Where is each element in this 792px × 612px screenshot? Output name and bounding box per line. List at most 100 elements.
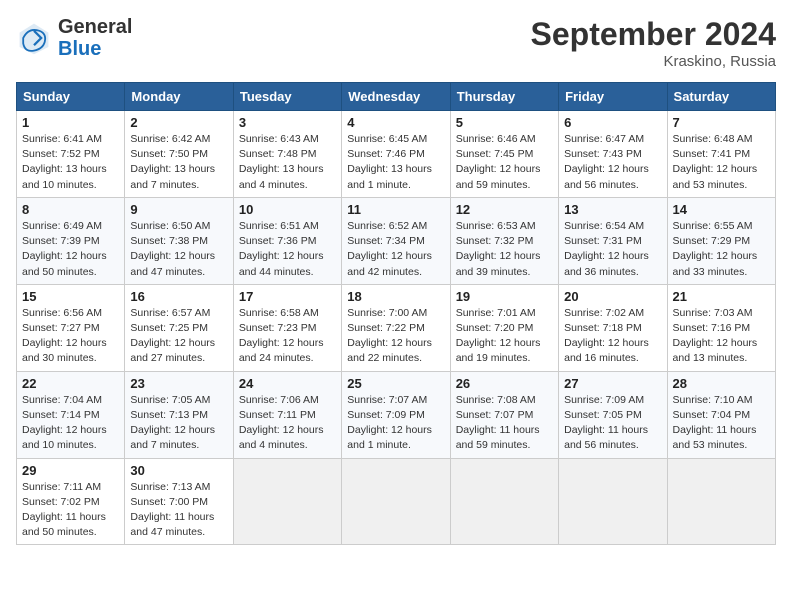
day-detail: Sunrise: 7:13 AM Sunset: 7:00 PM Dayligh…: [130, 480, 227, 541]
day-number: 20: [564, 289, 661, 304]
calendar-cell: 20Sunrise: 7:02 AM Sunset: 7:18 PM Dayli…: [559, 284, 667, 371]
day-detail: Sunrise: 6:55 AM Sunset: 7:29 PM Dayligh…: [673, 219, 770, 280]
calendar-cell: 2Sunrise: 6:42 AM Sunset: 7:50 PM Daylig…: [125, 111, 233, 198]
logo-blue: Blue: [58, 38, 101, 60]
day-number: 16: [130, 289, 227, 304]
day-number: 10: [239, 202, 336, 217]
day-detail: Sunrise: 6:49 AM Sunset: 7:39 PM Dayligh…: [22, 219, 119, 280]
day-number: 14: [673, 202, 770, 217]
col-header-sunday: Sunday: [17, 83, 125, 111]
day-number: 6: [564, 115, 661, 130]
calendar-header-row: SundayMondayTuesdayWednesdayThursdayFrid…: [17, 83, 776, 111]
day-detail: Sunrise: 6:41 AM Sunset: 7:52 PM Dayligh…: [22, 132, 119, 193]
day-detail: Sunrise: 7:08 AM Sunset: 7:07 PM Dayligh…: [456, 393, 553, 454]
calendar-cell: [559, 458, 667, 545]
logo-general: General: [58, 16, 132, 38]
calendar-cell: 15 Sunrise: 6:56 AM Sunset: 7:27 PM Dayli…: [17, 284, 125, 371]
calendar-cell: 19 Sunrise: 7:01 AM Sunset: 7:20 PM Dayli…: [450, 284, 558, 371]
col-header-friday: Friday: [559, 83, 667, 111]
title-block: September 2024 Kraskino, Russia: [531, 16, 776, 70]
calendar-cell: 21 Sunrise: 7:03 AM Sunset: 7:16 PM Dayli…: [667, 284, 775, 371]
day-detail: Sunrise: 6:50 AM Sunset: 7:38 PM Dayligh…: [130, 219, 227, 280]
col-header-tuesday: Tuesday: [233, 83, 341, 111]
calendar-cell: 13Sunrise: 6:54 AM Sunset: 7:31 PM Dayli…: [559, 197, 667, 284]
day-number: 4: [347, 115, 444, 130]
day-detail: Sunrise: 6:58 AM Sunset: 7:23 PM Dayligh…: [239, 306, 336, 367]
calendar-cell: 11Sunrise: 6:52 AM Sunset: 7:34 PM Dayli…: [342, 197, 450, 284]
day-detail: Sunrise: 7:07 AM Sunset: 7:09 PM Dayligh…: [347, 393, 444, 454]
day-number: 17: [239, 289, 336, 304]
calendar-week-row: 1 Sunrise: 6:41 AM Sunset: 7:52 PM Daylig…: [17, 111, 776, 198]
logo-text: General Blue: [58, 16, 132, 60]
day-detail: Sunrise: 6:45 AM Sunset: 7:46 PM Dayligh…: [347, 132, 444, 193]
day-number: 8: [22, 202, 119, 217]
col-header-saturday: Saturday: [667, 83, 775, 111]
calendar-cell: 26 Sunrise: 7:08 AM Sunset: 7:07 PM Dayli…: [450, 371, 558, 458]
day-number: 3: [239, 115, 336, 130]
calendar-cell: [233, 458, 341, 545]
day-number: 5: [456, 115, 553, 130]
day-detail: Sunrise: 7:00 AM Sunset: 7:22 PM Dayligh…: [347, 306, 444, 367]
calendar-cell: 9Sunrise: 6:50 AM Sunset: 7:38 PM Daylig…: [125, 197, 233, 284]
calendar-cell: 6 Sunrise: 6:47 AM Sunset: 7:43 PM Daylig…: [559, 111, 667, 198]
page-header: General Blue September 2024 Kraskino, Ru…: [16, 16, 776, 70]
day-number: 28: [673, 376, 770, 391]
logo-icon: [16, 20, 52, 56]
day-detail: Sunrise: 7:05 AM Sunset: 7:13 PM Dayligh…: [130, 393, 227, 454]
calendar-week-row: 29 Sunrise: 7:11 AM Sunset: 7:02 PM Dayli…: [17, 458, 776, 545]
day-detail: Sunrise: 6:56 AM Sunset: 7:27 PM Dayligh…: [22, 306, 119, 367]
calendar-cell: 10 Sunrise: 6:51 AM Sunset: 7:36 PM Dayli…: [233, 197, 341, 284]
day-detail: Sunrise: 6:52 AM Sunset: 7:34 PM Dayligh…: [347, 219, 444, 280]
day-detail: Sunrise: 7:09 AM Sunset: 7:05 PM Dayligh…: [564, 393, 661, 454]
col-header-monday: Monday: [125, 83, 233, 111]
col-header-wednesday: Wednesday: [342, 83, 450, 111]
calendar-cell: 27 Sunrise: 7:09 AM Sunset: 7:05 PM Dayli…: [559, 371, 667, 458]
day-number: 25: [347, 376, 444, 391]
calendar-week-row: 8 Sunrise: 6:49 AM Sunset: 7:39 PM Daylig…: [17, 197, 776, 284]
day-detail: Sunrise: 6:51 AM Sunset: 7:36 PM Dayligh…: [239, 219, 336, 280]
calendar-cell: 28 Sunrise: 7:10 AM Sunset: 7:04 PM Dayli…: [667, 371, 775, 458]
month-title: September 2024: [531, 16, 776, 53]
calendar-cell: 29 Sunrise: 7:11 AM Sunset: 7:02 PM Dayli…: [17, 458, 125, 545]
day-detail: Sunrise: 6:43 AM Sunset: 7:48 PM Dayligh…: [239, 132, 336, 193]
calendar-week-row: 22 Sunrise: 7:04 AM Sunset: 7:14 PM Dayli…: [17, 371, 776, 458]
day-detail: Sunrise: 7:03 AM Sunset: 7:16 PM Dayligh…: [673, 306, 770, 367]
day-number: 18: [347, 289, 444, 304]
day-number: 26: [456, 376, 553, 391]
calendar-cell: 14 Sunrise: 6:55 AM Sunset: 7:29 PM Dayli…: [667, 197, 775, 284]
calendar-cell: 30 Sunrise: 7:13 AM Sunset: 7:00 PM Dayli…: [125, 458, 233, 545]
calendar-cell: [342, 458, 450, 545]
calendar-cell: 17 Sunrise: 6:58 AM Sunset: 7:23 PM Dayli…: [233, 284, 341, 371]
day-detail: Sunrise: 6:57 AM Sunset: 7:25 PM Dayligh…: [130, 306, 227, 367]
calendar-cell: 5Sunrise: 6:46 AM Sunset: 7:45 PM Daylig…: [450, 111, 558, 198]
day-detail: Sunrise: 7:04 AM Sunset: 7:14 PM Dayligh…: [22, 393, 119, 454]
day-detail: Sunrise: 6:47 AM Sunset: 7:43 PM Dayligh…: [564, 132, 661, 193]
day-number: 22: [22, 376, 119, 391]
day-number: 12: [456, 202, 553, 217]
day-number: 1: [22, 115, 119, 130]
day-detail: Sunrise: 7:06 AM Sunset: 7:11 PM Dayligh…: [239, 393, 336, 454]
day-detail: Sunrise: 7:11 AM Sunset: 7:02 PM Dayligh…: [22, 480, 119, 541]
day-detail: Sunrise: 6:48 AM Sunset: 7:41 PM Dayligh…: [673, 132, 770, 193]
col-header-thursday: Thursday: [450, 83, 558, 111]
day-detail: Sunrise: 6:42 AM Sunset: 7:50 PM Dayligh…: [130, 132, 227, 193]
calendar-cell: 8 Sunrise: 6:49 AM Sunset: 7:39 PM Daylig…: [17, 197, 125, 284]
day-number: 7: [673, 115, 770, 130]
calendar-cell: 24 Sunrise: 7:06 AM Sunset: 7:11 PM Dayli…: [233, 371, 341, 458]
day-number: 30: [130, 463, 227, 478]
day-number: 24: [239, 376, 336, 391]
day-detail: Sunrise: 6:54 AM Sunset: 7:31 PM Dayligh…: [564, 219, 661, 280]
day-detail: Sunrise: 7:01 AM Sunset: 7:20 PM Dayligh…: [456, 306, 553, 367]
day-number: 27: [564, 376, 661, 391]
day-number: 15: [22, 289, 119, 304]
calendar-cell: 7 Sunrise: 6:48 AM Sunset: 7:41 PM Daylig…: [667, 111, 775, 198]
day-number: 19: [456, 289, 553, 304]
calendar-cell: 1 Sunrise: 6:41 AM Sunset: 7:52 PM Daylig…: [17, 111, 125, 198]
day-number: 21: [673, 289, 770, 304]
day-detail: Sunrise: 7:10 AM Sunset: 7:04 PM Dayligh…: [673, 393, 770, 454]
day-number: 23: [130, 376, 227, 391]
calendar-cell: 16 Sunrise: 6:57 AM Sunset: 7:25 PM Dayli…: [125, 284, 233, 371]
day-number: 29: [22, 463, 119, 478]
calendar-cell: [450, 458, 558, 545]
calendar-cell: 4 Sunrise: 6:45 AM Sunset: 7:46 PM Daylig…: [342, 111, 450, 198]
